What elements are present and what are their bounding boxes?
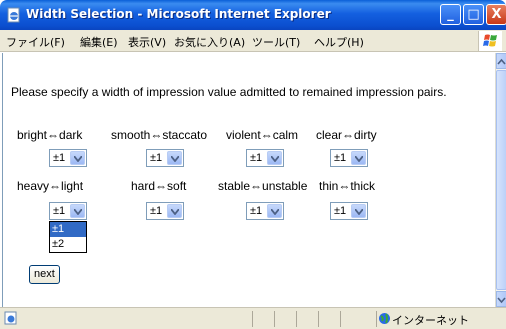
width-select-smooth-staccato[interactable]: ±1 [146,149,184,167]
select-value: ±1 [250,152,263,164]
chevron-down-icon[interactable] [70,151,85,165]
pair-label-violent-calm: violent⇔calm [226,128,299,142]
dropdown-option[interactable]: ±1 [50,222,86,237]
select-value: ±1 [334,205,347,217]
status-divider [296,311,297,327]
chevron-down-icon[interactable] [267,151,282,165]
instruction-text: Please specify a width of impression val… [11,85,447,99]
scroll-down-button[interactable] [496,291,506,307]
width-select-hard-soft[interactable]: ±1 [146,202,184,220]
menu-favorites[interactable]: お気に入り(A) [174,34,245,50]
status-divider [252,311,253,327]
dropdown-list: ±1 ±2 [49,221,87,253]
pair-label-thin-thick: thin⇔thick [319,179,376,193]
title-bar: Width Selection - Microsoft Internet Exp… [0,0,506,30]
windows-logo-icon [478,31,502,51]
menu-bar: ファイル(F) 編集(E) 表示(V) お気に入り(A) ツール(T) ヘルプ(… [0,30,506,52]
ie-page-icon [7,7,20,23]
menu-tools[interactable]: ツール(T) [252,34,300,50]
minimize-button[interactable]: _ [440,4,461,25]
select-value: ±1 [334,152,347,164]
close-button[interactable]: X [486,4,506,25]
scroll-up-button[interactable] [496,53,506,69]
chevron-down-icon[interactable] [167,204,182,218]
menu-view[interactable]: 表示(V) [128,34,166,50]
window-title: Width Selection - Microsoft Internet Exp… [26,7,331,21]
width-select-stable-unstable[interactable]: ±1 [246,202,284,220]
chevron-down-icon[interactable] [351,204,366,218]
select-value: ±1 [150,152,163,164]
pair-label-smooth-staccato: smooth⇔staccato [111,128,208,142]
pair-label-stable-unstable: stable⇔unstable [218,179,308,193]
menu-help[interactable]: ヘルプ(H) [314,34,364,50]
width-select-violent-calm[interactable]: ±1 [246,149,284,167]
status-divider [376,311,377,327]
vertical-scrollbar[interactable] [495,53,506,307]
chevron-down-icon[interactable] [167,151,182,165]
width-select-clear-dirty[interactable]: ±1 [330,149,368,167]
page-done-icon [4,311,17,325]
menu-edit[interactable]: 編集(E) [80,34,118,50]
pair-label-heavy-light: heavy⇔light [17,179,84,193]
next-button[interactable]: next [29,265,60,284]
select-value: ±1 [53,205,66,217]
chevron-down-icon[interactable] [70,204,85,218]
pair-label-bright-dark: bright⇔dark [17,128,83,142]
dropdown-option[interactable]: ±2 [50,237,86,252]
status-divider [274,311,275,327]
pair-label-hard-soft: hard⇔soft [131,179,187,193]
width-select-thin-thick[interactable]: ±1 [330,202,368,220]
select-value: ±1 [53,152,66,164]
scroll-thumb[interactable] [496,70,506,290]
width-select-heavy-light[interactable]: ±1 [49,202,87,220]
status-bar: インターネット [0,307,506,329]
chevron-down-icon[interactable] [351,151,366,165]
pair-label-clear-dirty: clear⇔dirty [316,128,377,142]
width-select-bright-dark[interactable]: ±1 [49,149,87,167]
globe-icon [379,313,390,324]
select-value: ±1 [250,205,263,217]
select-value: ±1 [150,205,163,217]
status-divider [340,311,341,327]
security-zone-label: インターネット [392,314,469,327]
chevron-down-icon[interactable] [267,204,282,218]
menu-file[interactable]: ファイル(F) [6,34,65,50]
page-content: Please specify a width of impression val… [2,53,495,307]
status-divider [318,311,319,327]
maximize-button[interactable]: □ [463,4,484,25]
